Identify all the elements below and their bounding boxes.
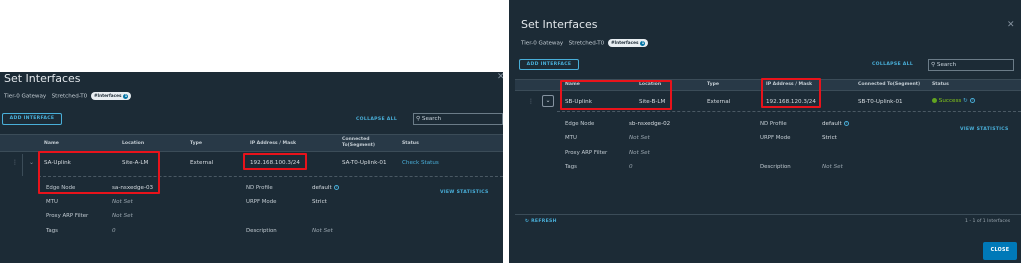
nd-profile-value: default i — [312, 185, 339, 191]
interfaces-count-badge[interactable]: #Interfaces 1 — [608, 39, 649, 47]
edge-node-value: sb-nsxedge-02 — [629, 121, 671, 127]
search-placeholder: Search — [936, 62, 957, 68]
nd-profile-value: default i — [822, 121, 849, 127]
search-icon: ⚲ — [416, 116, 421, 122]
tags-value: 0 — [629, 164, 633, 170]
breadcrumb-gateway-value: Stretched-T0 — [51, 93, 88, 100]
close-icon[interactable]: ✕ — [1007, 20, 1015, 30]
breadcrumb: Tier-0 Gateway Stretched-T0 #Interfaces 1 — [4, 92, 132, 100]
right-dialog: Set Interfaces ✕ Tier-0 Gateway Stretche… — [509, 0, 1021, 263]
collapse-all-button[interactable]: COLLAPSE ALL — [872, 62, 913, 67]
breadcrumb-gateway-label: Tier-0 Gateway — [4, 93, 47, 100]
breadcrumb-gateway-value: Stretched-T0 — [568, 40, 605, 47]
description-value: Not Set — [312, 228, 333, 234]
urpf-value: Strict — [822, 135, 837, 141]
nd-profile-text: default — [822, 121, 842, 127]
left-dialog: Set Interfaces ✕ Tier-0 Gateway Stretche… — [0, 72, 503, 263]
proxy-arp-label: Proxy ARP Filter — [46, 213, 89, 219]
col-status[interactable]: Status — [402, 141, 419, 146]
collapse-all-button[interactable]: COLLAPSE ALL — [356, 117, 397, 122]
info-icon[interactable]: i — [969, 98, 975, 103]
mtu-label: MTU — [565, 135, 577, 141]
highlight-box — [243, 153, 307, 170]
urpf-label: URPF Mode — [246, 199, 277, 205]
col-type[interactable]: Type — [707, 82, 719, 87]
row-connected: SB-T0-Uplink-01 — [858, 99, 903, 105]
interfaces-count-badge[interactable]: #Interfaces 1 — [91, 92, 132, 100]
proxy-arp-value: Not Set — [112, 213, 133, 219]
status-text: Success — [938, 98, 962, 104]
status-success[interactable]: Success ↻ i — [932, 98, 975, 104]
refresh-button[interactable]: ↻ REFRESH — [525, 219, 557, 224]
row-type: External — [707, 99, 731, 105]
info-icon[interactable]: i — [843, 121, 849, 126]
highlight-box — [560, 80, 672, 110]
dialog-title: Set Interfaces — [521, 18, 598, 31]
col-connected[interactable]: Connected To(Segment) — [342, 137, 382, 149]
breadcrumb: Tier-0 Gateway Stretched-T0 #Interfaces 1 — [521, 39, 649, 47]
search-placeholder: Search — [421, 116, 442, 122]
row-type: External — [190, 160, 214, 166]
dialog-title: Set Interfaces — [4, 72, 81, 85]
close-icon[interactable]: ✕ — [497, 72, 503, 82]
check-status-link[interactable]: Check Status — [402, 160, 439, 166]
col-type[interactable]: Type — [190, 141, 202, 146]
close-button[interactable]: CLOSE — [983, 242, 1017, 260]
urpf-value: Strict — [312, 199, 327, 205]
proxy-arp-label: Proxy ARP Filter — [565, 150, 608, 156]
add-interface-button[interactable]: ADD INTERFACE — [519, 59, 579, 70]
kebab-icon[interactable]: ⋮ — [12, 159, 18, 166]
col-name[interactable]: Name — [44, 141, 59, 146]
col-status[interactable]: Status — [932, 82, 949, 87]
divider — [22, 154, 23, 176]
search-icon: ⚲ — [931, 62, 936, 68]
refresh-icon: ↻ — [525, 219, 530, 224]
row-divider — [557, 111, 1021, 112]
view-statistics-link[interactable]: VIEW STATISTICS — [960, 127, 1009, 132]
row-connected: SA-T0-Uplink-01 — [342, 160, 387, 166]
info-icon[interactable]: i — [333, 185, 339, 190]
col-location[interactable]: Location — [122, 141, 144, 146]
col-ip[interactable]: IP Address / Mask — [250, 141, 296, 146]
highlight-box — [761, 78, 821, 108]
description-label: Description — [246, 228, 277, 234]
tags-label: Tags — [565, 164, 577, 170]
footer-divider — [515, 214, 1021, 215]
tags-value: 0 — [112, 228, 116, 234]
proxy-arp-value: Not Set — [629, 150, 650, 156]
badge-count: 1 — [640, 41, 646, 46]
add-interface-button[interactable]: ADD INTERFACE — [2, 113, 62, 125]
view-statistics-link[interactable]: VIEW STATISTICS — [440, 190, 489, 195]
mtu-value: Not Set — [629, 135, 650, 141]
highlight-box — [38, 151, 160, 194]
pagination-text: 1 - 1 of 1 Interfaces — [965, 219, 1011, 224]
breadcrumb-gateway-label: Tier-0 Gateway — [521, 40, 564, 47]
refresh-icon[interactable]: ↻ — [963, 98, 968, 104]
badge-label: #Interfaces — [94, 93, 122, 98]
mtu-value: Not Set — [112, 199, 133, 205]
chevron-down-icon[interactable]: ⌄ — [542, 95, 554, 107]
refresh-label: REFRESH — [531, 219, 557, 224]
nd-profile-label: ND Profile — [760, 121, 787, 127]
description-value: Not Set — [822, 164, 843, 170]
chevron-down-icon[interactable]: ⌄ — [29, 159, 34, 166]
badge-label: #Interfaces — [611, 40, 639, 45]
tags-label: Tags — [46, 228, 58, 234]
kebab-icon[interactable]: ⋮ — [528, 98, 534, 105]
col-connected[interactable]: Connected To(Segment) — [858, 82, 920, 87]
edge-node-label: Edge Node — [565, 121, 595, 127]
urpf-label: URPF Mode — [760, 135, 791, 141]
badge-count: 1 — [123, 94, 129, 99]
nd-profile-label: ND Profile — [246, 185, 273, 191]
mtu-label: MTU — [46, 199, 58, 205]
description-label: Description — [760, 164, 791, 170]
success-icon — [932, 98, 937, 103]
nd-profile-text: default — [312, 185, 332, 191]
search-input[interactable]: ⚲ Search — [413, 113, 503, 125]
search-input[interactable]: ⚲ Search — [928, 59, 1014, 71]
